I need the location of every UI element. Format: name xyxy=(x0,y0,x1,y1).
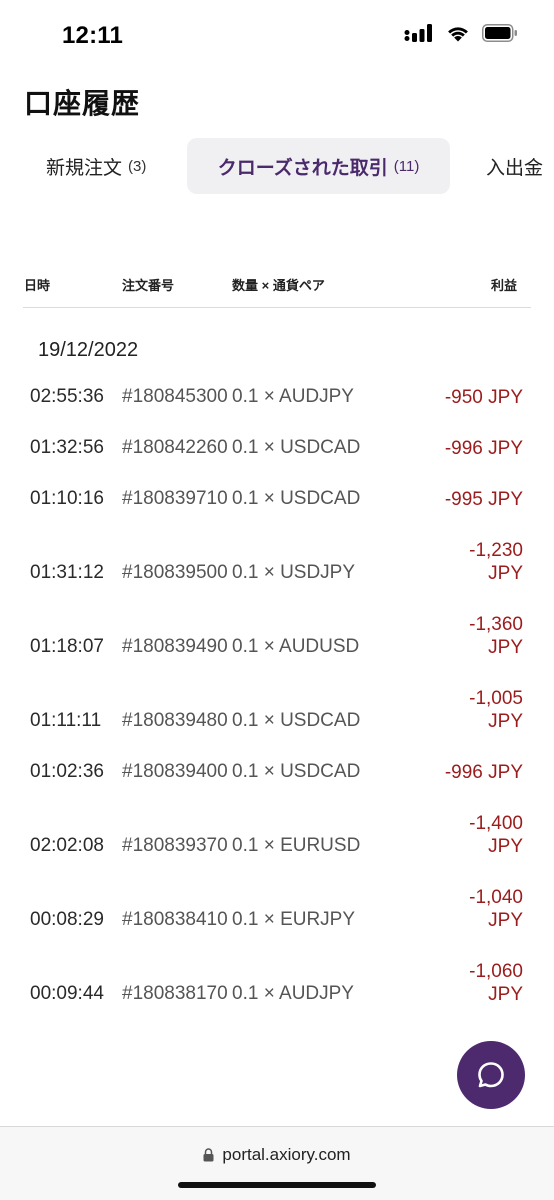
tab-deposits-withdrawals[interactable]: 入出金 xyxy=(486,138,543,194)
trade-order-number: #180839500 xyxy=(122,562,228,583)
trade-order-number: #180838410 xyxy=(122,909,228,930)
trade-pair: 0.1 × USDCAD xyxy=(232,761,361,782)
trade-time: 01:32:56 xyxy=(30,437,104,458)
trade-order-number: #180838170 xyxy=(122,983,228,1004)
table-header: 日時 注文番号 数量 × 通貨ペア 利益 xyxy=(23,272,531,308)
status-time: 12:11 xyxy=(62,22,124,49)
header-order-number: 注文番号 xyxy=(122,278,175,293)
lock-icon xyxy=(203,1148,214,1162)
home-indicator[interactable] xyxy=(178,1182,376,1188)
trade-time: 01:11:11 xyxy=(30,710,102,731)
browser-address-bar: portal.axiory.com xyxy=(0,1126,554,1200)
tab-count: (3) xyxy=(128,157,147,175)
trade-time: 01:02:36 xyxy=(30,761,104,782)
trade-profit: -1,360 JPY xyxy=(469,614,523,658)
date-group-heading: 19/12/2022 xyxy=(38,339,139,361)
trade-profit: -1,005 JPY xyxy=(469,688,523,732)
tab-label: 新規注文 xyxy=(46,157,123,179)
trade-profit: -996 JPY xyxy=(444,438,523,459)
trade-pair: 0.1 × USDCAD xyxy=(232,710,361,731)
tab-label: 入出金 xyxy=(486,157,544,179)
trade-time: 00:08:29 xyxy=(30,909,104,930)
tab-count: (11) xyxy=(393,157,420,175)
trade-time: 00:09:44 xyxy=(30,983,104,1004)
history-tabs: 新規注文 (3) クローズされた取引 (11) 入出金 xyxy=(0,138,554,194)
header-profit: 利益 xyxy=(490,278,517,293)
url-text: portal.axiory.com xyxy=(222,1145,351,1164)
header-quantity-pair: 数量 × 通貨ペア xyxy=(232,278,325,293)
trade-pair: 0.1 × EURUSD xyxy=(232,835,361,856)
trade-pair: 0.1 × USDCAD xyxy=(232,488,361,509)
page-title: 口座履歴 xyxy=(24,88,141,119)
trade-profit: -1,060 JPY xyxy=(469,961,523,1005)
trade-order-number: #180839370 xyxy=(122,835,228,856)
wifi-icon xyxy=(448,27,468,42)
trade-time: 02:02:08 xyxy=(30,835,104,856)
trade-order-number: #180839710 xyxy=(122,488,228,509)
trade-profit: -1,040 JPY xyxy=(469,887,523,931)
trade-time: 01:18:07 xyxy=(30,636,104,657)
trade-profit: -1,230 JPY xyxy=(469,540,523,584)
trade-time: 01:31:12 xyxy=(30,562,104,583)
url-display[interactable]: portal.axiory.com xyxy=(0,1145,554,1165)
trade-order-number: #180839480 xyxy=(122,710,228,731)
tab-label: クローズされた取引 xyxy=(217,157,388,179)
trade-profit: -1,400 JPY xyxy=(469,813,523,857)
trade-time: 01:10:16 xyxy=(30,488,104,509)
trade-pair: 0.1 × EURJPY xyxy=(232,909,356,930)
trade-pair: 0.1 × AUDJPY xyxy=(232,386,354,407)
trade-order-number: #180842260 xyxy=(122,437,228,458)
trade-profit: -950 JPY xyxy=(444,387,523,408)
chat-bubble-icon xyxy=(478,1062,504,1088)
trade-order-number: #180845300 xyxy=(122,386,228,407)
tab-closed-trades[interactable]: クローズされた取引 (11) xyxy=(187,138,450,194)
signal-icon xyxy=(404,24,432,42)
status-bar: 12:11 xyxy=(0,0,554,74)
trade-order-number: #180839490 xyxy=(122,636,228,657)
trade-pair: 0.1 × USDJPY xyxy=(232,562,356,583)
tab-new-orders[interactable]: 新規注文 (3) xyxy=(46,138,146,194)
trade-pair: 0.1 × AUDUSD xyxy=(232,636,360,657)
header-date: 日時 xyxy=(24,278,51,293)
trade-time: 02:55:36 xyxy=(30,386,104,407)
battery-icon xyxy=(482,24,517,42)
trade-profit: -996 JPY xyxy=(444,762,523,783)
chat-button[interactable] xyxy=(457,1041,525,1109)
trade-pair: 0.1 × AUDJPY xyxy=(232,983,354,1004)
trade-pair: 0.1 × USDCAD xyxy=(232,437,361,458)
trade-profit: -995 JPY xyxy=(444,489,523,510)
status-icons xyxy=(404,24,518,42)
trade-order-number: #180839400 xyxy=(122,761,228,782)
